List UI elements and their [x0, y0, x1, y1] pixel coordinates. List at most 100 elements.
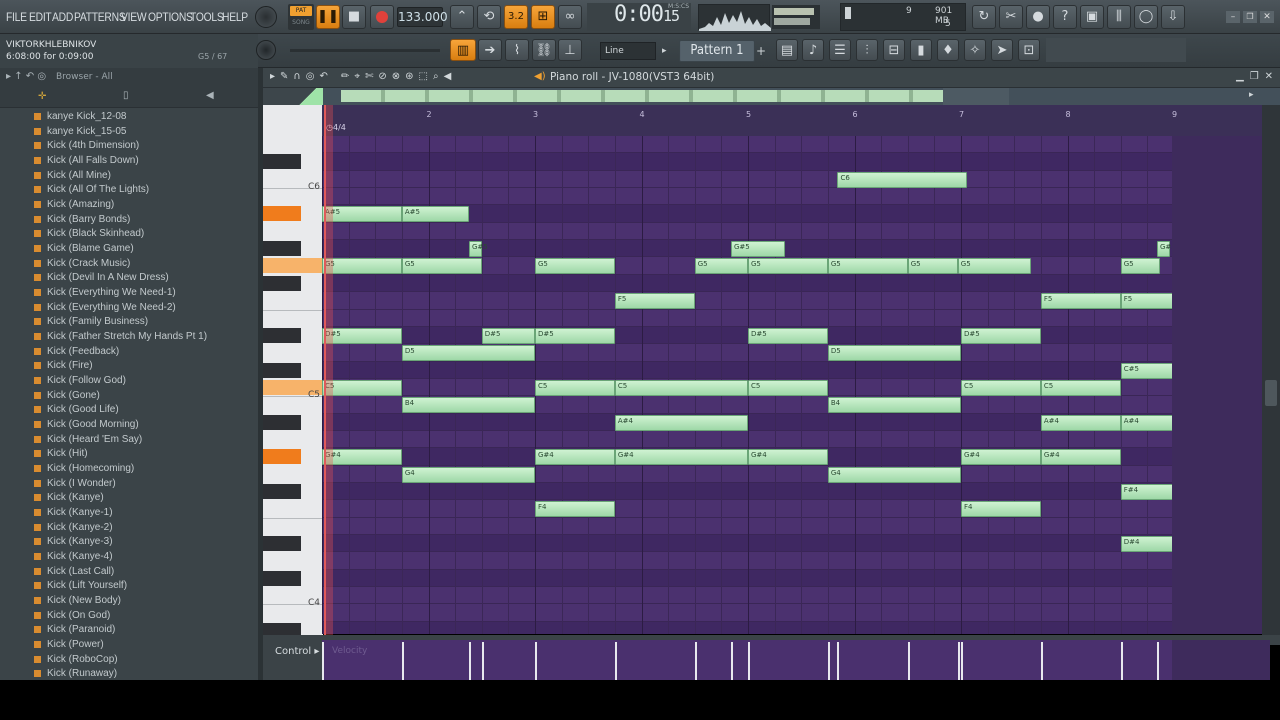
note[interactable]: G5 [322, 258, 402, 275]
snap-select[interactable]: Line [600, 42, 656, 60]
browser-nav-icons[interactable]: ▸ ↑ ↶ ◎ [6, 71, 46, 82]
cart-icon[interactable]: ⊡ [1018, 39, 1040, 61]
browser-item[interactable]: Kick (All Of The Lights) [34, 184, 149, 195]
black-key[interactable] [263, 362, 301, 378]
note[interactable]: G5 [827, 258, 908, 275]
timeline-ruler[interactable] [322, 105, 1270, 136]
mixer-icon[interactable]: ⫼ [1107, 5, 1131, 29]
velocity-bar[interactable] [961, 642, 963, 680]
note[interactable]: D#5 [748, 327, 828, 344]
note[interactable]: G5 [957, 258, 1032, 275]
project-icon[interactable]: ▮ [910, 39, 932, 61]
wizard-icon[interactable]: ✧ [964, 39, 986, 61]
note[interactable]: F5 [1120, 293, 1172, 310]
velocity-bar[interactable] [957, 642, 960, 680]
note[interactable]: A#4 [614, 414, 748, 431]
velocity-bar[interactable] [827, 642, 830, 680]
note[interactable]: G5 [694, 258, 748, 275]
velocity-bar[interactable] [481, 642, 484, 680]
browser-item[interactable]: Kick (Crack Music) [34, 258, 130, 269]
velocity-bar[interactable] [694, 642, 697, 680]
highlighted-key[interactable] [263, 449, 301, 465]
menu-edit[interactable]: EDIT [29, 10, 52, 24]
note[interactable]: D#5 [322, 327, 402, 344]
browser-item[interactable]: Kick (Father Stretch My Hands Pt 1) [34, 331, 207, 342]
note[interactable]: B4 [401, 397, 535, 414]
velocity-bar[interactable] [322, 642, 324, 680]
control-select[interactable]: Control ▸ [275, 646, 319, 657]
note[interactable]: C5 [961, 379, 1041, 396]
piano-roll-tools[interactable]: ▸✎∩◎↶ ✏⌖✄⊘⊗⊛⬚⌕◀ [270, 71, 456, 82]
note[interactable]: C6 [837, 171, 968, 188]
browser-item[interactable]: kanye Kick_15-05 [34, 126, 127, 137]
step-edit-icon[interactable]: 3.2 [504, 5, 528, 29]
loop-record-icon[interactable]: ⟲ [477, 5, 501, 29]
highlighted-key[interactable] [263, 258, 322, 274]
cut-icon[interactable]: ✂ [999, 5, 1023, 29]
typing-keyboard-icon[interactable]: ⊞ [531, 5, 555, 29]
minimize-icon[interactable]: – [1226, 11, 1240, 23]
vertical-scroll-thumb[interactable] [1265, 380, 1277, 406]
pattern-overview[interactable]: ◂ ▸ [263, 88, 1280, 105]
black-key[interactable] [263, 241, 301, 257]
pause-icon[interactable]: ❚❚ [316, 5, 340, 29]
velocity-bar[interactable] [837, 642, 840, 680]
browser-item[interactable]: Kick (Lift Yourself) [34, 580, 127, 591]
plugin-db-icon[interactable]: ♦ [937, 39, 959, 61]
note-grid-outside[interactable] [1172, 136, 1270, 634]
menu-view[interactable]: VIEW [121, 10, 147, 24]
velocity-bar[interactable] [468, 642, 471, 680]
browser-item[interactable]: Kick (Good Life) [34, 404, 119, 415]
black-key[interactable] [263, 327, 301, 343]
note[interactable]: G#4 [322, 449, 402, 466]
playhead[interactable] [324, 105, 333, 635]
browser-item[interactable]: Kick (All Mine) [34, 170, 111, 181]
browser-item[interactable]: Kick (Kanye-3) [34, 536, 113, 547]
black-key[interactable] [263, 275, 301, 291]
piano-roll-icon[interactable]: ♪ [802, 39, 824, 61]
menu-tools[interactable]: TOOLS [190, 10, 224, 24]
browser-item[interactable]: Kick (Runaway) [34, 668, 117, 679]
browser-item[interactable]: Kick (New Body) [34, 595, 121, 606]
browser-item[interactable]: Kick (4th Dimension) [34, 140, 139, 151]
browser-item[interactable]: Kick (Homecoming) [34, 463, 134, 474]
note[interactable]: F5 [1040, 293, 1121, 310]
download-icon[interactable]: ⇩ [1161, 5, 1185, 29]
menu-help[interactable]: HELP [222, 10, 248, 24]
browser-item[interactable]: Kick (Devil In A New Dress) [34, 272, 169, 283]
velocity-bar[interactable] [748, 642, 750, 680]
playlist-icon[interactable]: ▤ [776, 39, 798, 61]
pointer-icon[interactable]: ➤ [991, 39, 1013, 61]
note[interactable]: G#4 [748, 449, 828, 466]
browser-item[interactable]: Kick (Feedback) [34, 346, 119, 357]
velocity-bar[interactable] [401, 642, 404, 680]
browser-item[interactable]: Kick (Blame Game) [34, 243, 134, 254]
note-grid[interactable]: C6A#5A#5G#5G#5G#5G5G5G5G5G5G5G5G5G5F5F5F… [322, 136, 1172, 634]
browser-item[interactable]: Kick (Paranoid) [34, 624, 115, 635]
velocity-bar[interactable] [907, 642, 910, 680]
note[interactable]: G4 [827, 466, 961, 483]
velocity-bar[interactable] [1120, 642, 1123, 680]
browser-item[interactable]: Kick (All Falls Down) [34, 155, 139, 166]
note[interactable]: F5 [614, 293, 695, 310]
undo-icon[interactable]: ↻ [972, 5, 996, 29]
note[interactable]: D#5 [481, 327, 535, 344]
browser-item[interactable]: Kick (Power) [34, 639, 104, 650]
stop-icon[interactable]: ■ [342, 5, 366, 29]
browser-item[interactable]: Kick (Gone) [34, 390, 100, 401]
browser-item[interactable]: Kick (I Wonder) [34, 478, 116, 489]
note[interactable]: C5 [1040, 379, 1121, 396]
velocity-bar[interactable] [614, 642, 617, 680]
pat-song-toggle[interactable]: PAT SONG [288, 4, 314, 30]
browser-item[interactable]: Kick (Hit) [34, 448, 88, 459]
note[interactable]: C5 [748, 379, 828, 396]
note[interactable]: F#4 [1120, 484, 1172, 500]
note[interactable]: A#4 [1040, 414, 1121, 431]
note[interactable]: A#5 [322, 206, 402, 223]
note[interactable]: F4 [535, 501, 615, 518]
browser-item[interactable]: Kick (Fire) [34, 360, 93, 371]
pattern-prev-icon[interactable]: ▸ [662, 42, 672, 60]
highlighted-key[interactable] [263, 206, 301, 222]
maximize-icon[interactable]: ❐ [1243, 11, 1257, 23]
master-volume-knob[interactable] [255, 6, 277, 28]
